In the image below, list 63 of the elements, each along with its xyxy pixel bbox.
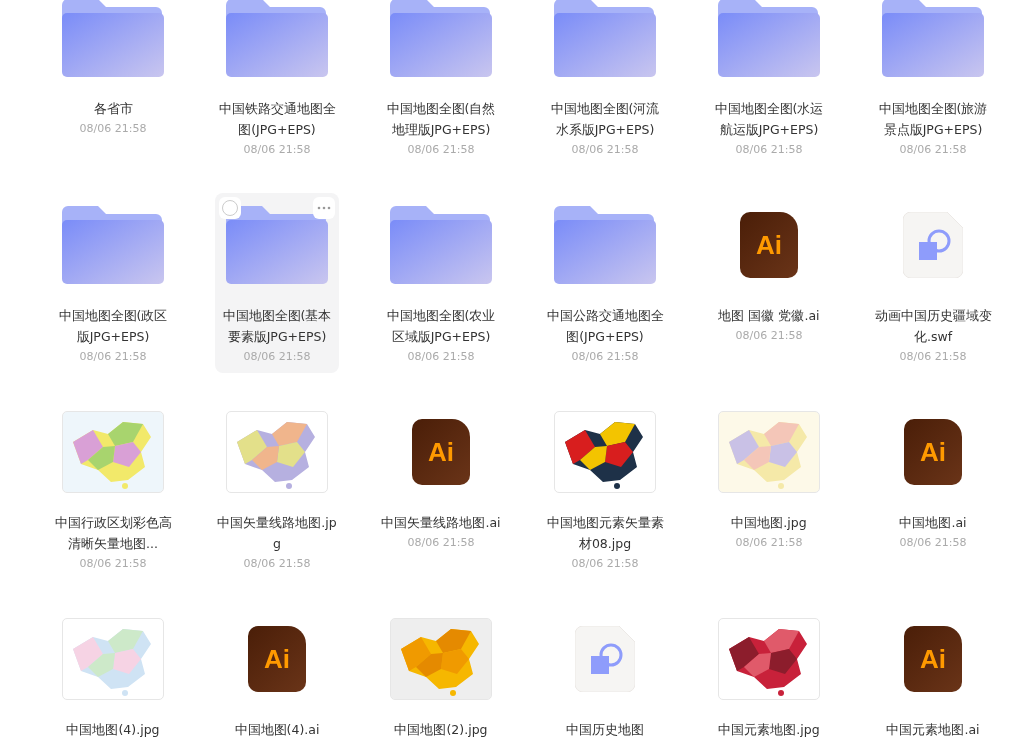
folder-icon	[62, 0, 164, 77]
file-name: 中国地图(4).ai	[233, 721, 321, 737]
file-name: 中国历史地图	[565, 721, 645, 737]
modified-date: 08/06 21:58	[571, 142, 639, 158]
file-name: 中国矢量线路地图.ai	[381, 514, 501, 532]
illustrator-file-icon: Ai	[904, 419, 962, 485]
file-name: 中国地图元素矢量素材08.jpg	[545, 514, 665, 553]
file-name: 中国行政区划彩色高清晰矢量地图...	[53, 514, 173, 553]
folder-icon	[718, 0, 820, 77]
modified-date: 08/06 21:58	[571, 556, 639, 572]
modified-date: 08/06 21:58	[243, 142, 311, 158]
file-name: 中国地图全图(河流水系版JPG+EPS)	[549, 100, 661, 139]
illustrator-file-icon: Ai	[904, 626, 962, 692]
illustrator-file-icon: Ai	[412, 419, 470, 485]
modified-date: 08/06 21:58	[899, 142, 967, 158]
more-icon	[317, 206, 331, 210]
file-name: 中国地图全图(政区版JPG+EPS)	[57, 307, 169, 346]
file-name: 中国地图全图(基本要素版JPG+EPS)	[221, 307, 333, 346]
select-checkbox[interactable]	[219, 197, 241, 219]
more-button[interactable]	[313, 197, 335, 219]
folder-icon	[554, 0, 656, 77]
file-name: 中国地图全图(水运航运版JPG+EPS)	[713, 100, 825, 139]
file-name: 各省市	[92, 100, 134, 118]
shape-file-icon	[575, 626, 635, 692]
file-name: 中国矢量线路地图.jpg	[217, 514, 337, 553]
shape-file-icon	[903, 212, 963, 278]
file-name: 中国地图.ai	[898, 514, 968, 532]
illustrator-file-icon: Ai	[248, 626, 306, 692]
file-name: 中国公路交通地图全图(JPG+EPS)	[545, 307, 665, 346]
file-name: 中国地图全图(旅游景点版JPG+EPS)	[877, 100, 989, 139]
modified-date: 08/06 21:58	[899, 349, 967, 365]
file-name: 中国地图(2).jpg	[393, 721, 489, 737]
modified-date: 08/06 21:58	[243, 349, 311, 365]
modified-date: 08/06 21:58	[79, 349, 147, 365]
file-name: 中国铁路交通地图全图(JPG+EPS)	[217, 100, 337, 139]
file-name: 中国地图(4).jpg	[65, 721, 161, 737]
modified-date: 08/06 21:58	[407, 349, 475, 365]
modified-date: 08/06 21:58	[735, 142, 803, 158]
file-name: 中国地图全图(自然地理版JPG+EPS)	[385, 100, 497, 139]
folder-icon	[554, 206, 656, 284]
file-name: 中国地图全图(农业区域版JPG+EPS)	[385, 307, 497, 346]
folder-icon	[390, 206, 492, 284]
illustrator-file-icon: Ai	[740, 212, 798, 278]
modified-date: 08/06 21:58	[735, 328, 803, 344]
modified-date: 08/06 21:58	[79, 121, 147, 137]
file-name: 动画中国历史疆域变化.swf	[873, 307, 993, 346]
file-card[interactable]: 中国地图全图(基本要素版JPG+EPS) 08/06 21:58	[215, 193, 339, 373]
file-name: 中国元素地图.ai	[885, 721, 981, 737]
folder-icon	[226, 0, 328, 77]
file-name: 中国元素地图.jpg	[717, 721, 821, 737]
folder-icon	[226, 206, 328, 284]
file-name: 地图 国徽 党徽.ai	[717, 307, 821, 325]
folder-icon	[390, 0, 492, 77]
folder-icon	[882, 0, 984, 77]
modified-date: 08/06 21:58	[243, 556, 311, 572]
folder-icon	[62, 206, 164, 284]
modified-date: 08/06 21:58	[407, 535, 475, 551]
modified-date: 08/06 21:58	[407, 142, 475, 158]
modified-date: 08/06 21:58	[79, 556, 147, 572]
modified-date: 08/06 21:58	[899, 535, 967, 551]
file-name: 中国地图.jpg	[730, 514, 808, 532]
modified-date: 08/06 21:58	[735, 535, 803, 551]
modified-date: 08/06 21:58	[571, 349, 639, 365]
